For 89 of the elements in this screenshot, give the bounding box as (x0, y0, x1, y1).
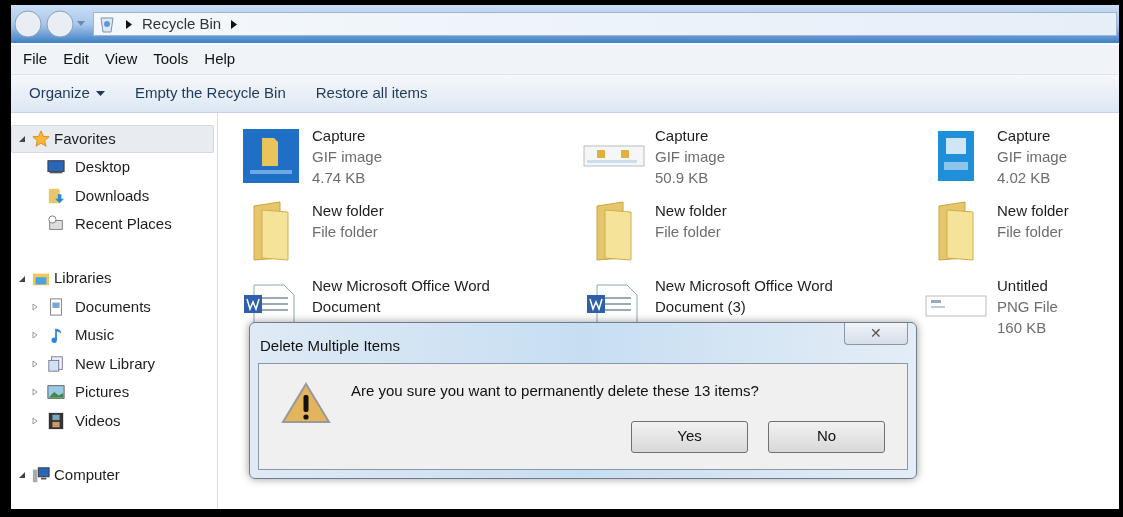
breadcrumb-arrow-icon[interactable] (231, 19, 238, 29)
breadcrumb-item[interactable]: Recycle Bin (142, 12, 222, 36)
nav-group[interactable]: Libraries (11, 264, 214, 293)
nav-label: Videos (75, 410, 121, 431)
file-size: 50.9 KB (655, 168, 710, 188)
recycled-entry[interactable]: Capture GIF image 4.74 KB (240, 125, 583, 200)
caret-icon[interactable] (77, 21, 85, 27)
nav-label: Libraries (54, 268, 112, 289)
nav-label: Pictures (75, 382, 130, 402)
breadcrumb-arrow-icon[interactable] (126, 19, 132, 29)
recycled-entry[interactable]: New folder File folder (925, 200, 1119, 275)
nav-label: Desktop (75, 157, 131, 177)
close-button[interactable]: ✕ (844, 323, 908, 345)
image-thumbnail-icon (936, 130, 976, 182)
film-strip-icon (47, 411, 65, 430)
file-type: File folder (312, 222, 379, 242)
recycled-entry[interactable]: New folder File folder (583, 200, 925, 275)
file-name: Untitled (997, 276, 1049, 296)
menu-item[interactable]: Tools (147, 48, 195, 71)
nav-item[interactable]: Videos (11, 406, 217, 435)
nav-label: Documents (75, 296, 151, 317)
recycled-entry[interactable]: Untitled PNG File 160 KB (925, 275, 1119, 350)
nav-label: New Library (75, 353, 156, 374)
recycled-entry[interactable]: Capture GIF image 50.9 KB (583, 125, 925, 200)
collapsed-arrow-icon[interactable] (31, 388, 39, 397)
expanded-arrow-icon[interactable] (18, 471, 26, 479)
download-folder-icon (47, 186, 65, 205)
star-icon (32, 130, 50, 148)
file-type: GIF image (997, 147, 1069, 167)
nav-item[interactable]: Documents (11, 292, 217, 321)
landscape-picture-icon (47, 383, 65, 402)
recycled-entry[interactable]: Capture GIF image 4.02 KB (925, 125, 1119, 200)
nav-item[interactable]: Desktop (11, 153, 217, 182)
file-type: GIF image (655, 147, 727, 167)
expanded-arrow-icon[interactable] (18, 274, 26, 283)
nav-group[interactable]: Computer (11, 461, 214, 489)
dropdown-button[interactable]: Organize (19, 82, 115, 105)
nav-label: Music (75, 325, 115, 345)
file-type: GIF image (312, 147, 384, 167)
dialog-title: Delete Multiple Items (259, 335, 401, 356)
file-name: New Microsoft Office Word Document (312, 276, 491, 317)
nav-item[interactable]: Music (11, 321, 217, 350)
warning-icon (281, 382, 331, 424)
nav-item[interactable]: Recent Places (11, 210, 217, 239)
caret-icon (95, 91, 105, 96)
nav-group[interactable]: Favorites (11, 125, 214, 153)
menu-item[interactable]: Help (198, 48, 242, 71)
nav-label: Downloads (75, 185, 150, 206)
menu-item[interactable]: File (17, 48, 54, 71)
image-thumbnail-icon (242, 128, 300, 184)
forward-button-icon[interactable] (45, 9, 75, 39)
file-type: File folder (655, 222, 722, 242)
file-name: Capture (312, 126, 367, 146)
menu-item[interactable]: View (99, 48, 144, 71)
file-size: 4.74 KB (312, 168, 367, 188)
recycle-bin-icon (98, 15, 116, 33)
nav-label: Favorites (54, 128, 116, 149)
collapsed-arrow-icon[interactable] (31, 416, 39, 425)
menu-item[interactable]: Edit (57, 48, 96, 71)
nav-item[interactable]: New Library (11, 349, 217, 378)
file-size: 160 KB (997, 318, 1048, 338)
computer-icon (32, 466, 50, 484)
dialog-message: Are you sure you want to permanently delete these 13 items? (351, 381, 760, 401)
document-icon (47, 297, 65, 316)
address-bar[interactable]: Recycle Bin (93, 12, 1117, 36)
file-name: Capture (655, 126, 710, 146)
nav-label: Recent Places (75, 214, 172, 234)
toolbar-button[interactable]: Empty the Recycle Bin (124, 82, 296, 105)
nav-label: Computer (54, 464, 120, 485)
file-name: New folder (655, 201, 728, 221)
library-icon (47, 354, 65, 373)
file-name: New folder (312, 201, 385, 221)
recycled-entry[interactable]: New folder File folder (240, 200, 583, 275)
file-size: 4.02 KB (997, 168, 1052, 188)
expanded-arrow-icon[interactable] (18, 135, 26, 143)
file-name: New folder (997, 201, 1070, 221)
file-type: PNG File (997, 297, 1059, 317)
back-button-icon[interactable] (13, 9, 43, 39)
file-name: New Microsoft Office Word Document (3) (655, 276, 834, 317)
nav-item[interactable]: Downloads (11, 181, 217, 210)
file-type: File folder (997, 222, 1064, 242)
collapsed-arrow-icon[interactable] (31, 331, 39, 340)
collapsed-arrow-icon[interactable] (31, 359, 39, 368)
file-name: Capture (997, 126, 1052, 146)
toolbar-button[interactable]: Restore all items (305, 82, 438, 105)
collapsed-arrow-icon[interactable] (31, 302, 39, 311)
nav-item[interactable]: Pictures (11, 378, 217, 407)
dialog-button[interactable]: Yes (631, 420, 748, 453)
dialog-button[interactable]: No (768, 420, 885, 453)
